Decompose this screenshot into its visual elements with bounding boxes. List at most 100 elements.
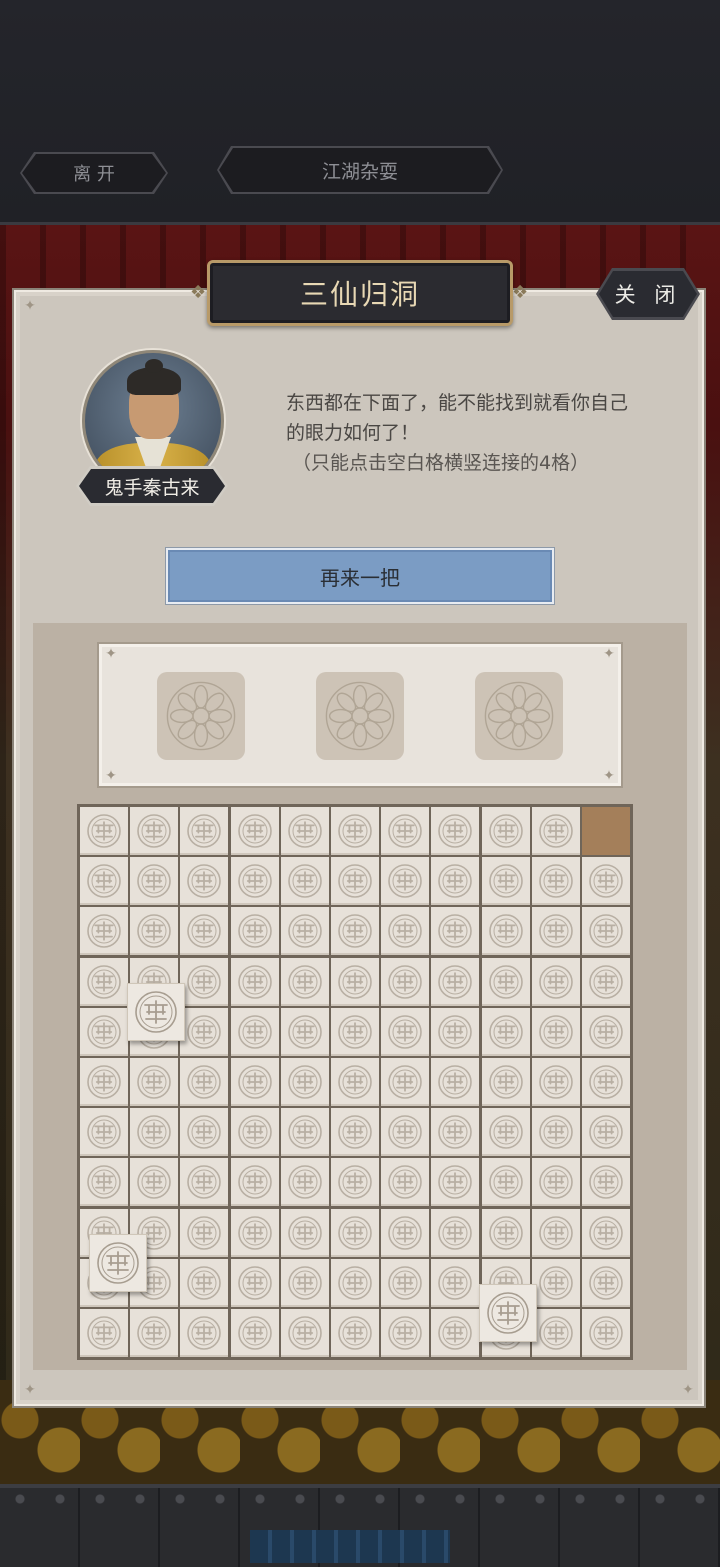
grid-tile[interactable] <box>531 807 580 855</box>
grid-tile[interactable] <box>130 1158 179 1207</box>
grid-tile[interactable] <box>80 957 128 1006</box>
grid-tile[interactable] <box>280 807 329 855</box>
grid-tile[interactable] <box>531 1208 580 1257</box>
grid-tile[interactable] <box>180 907 229 956</box>
grid-tile[interactable] <box>180 1208 229 1257</box>
grid-tile[interactable] <box>481 907 530 956</box>
grid-tile[interactable] <box>180 1158 229 1207</box>
retry-button[interactable]: 再来一把 <box>166 548 554 604</box>
grid-tile[interactable] <box>531 1258 580 1307</box>
grid-tile[interactable] <box>481 1158 530 1207</box>
grid-tile[interactable] <box>381 907 430 956</box>
grid-tile[interactable] <box>381 1158 430 1207</box>
grid-tile[interactable] <box>280 1007 329 1056</box>
grid-tile[interactable] <box>431 1258 480 1307</box>
grid-tile[interactable] <box>280 907 329 956</box>
grid-tile[interactable] <box>130 907 179 956</box>
floating-tile[interactable] <box>127 982 186 1041</box>
grid-tile[interactable] <box>180 1058 229 1106</box>
grid-tile[interactable] <box>481 1058 530 1106</box>
grid-tile[interactable] <box>582 1158 630 1207</box>
grid-tile[interactable] <box>431 1058 480 1106</box>
grid-tile[interactable] <box>431 1309 480 1357</box>
grid-tile[interactable] <box>280 1058 329 1106</box>
grid-tile[interactable] <box>531 957 580 1006</box>
grid-tile[interactable] <box>180 857 229 906</box>
grid-tile[interactable] <box>431 857 480 906</box>
grid-tile[interactable] <box>531 1158 580 1207</box>
grid-tile[interactable] <box>331 1258 379 1307</box>
grid-tile[interactable] <box>582 907 630 956</box>
grid-tile[interactable] <box>582 957 630 1006</box>
grid-tile[interactable] <box>180 1309 229 1357</box>
grid-tile[interactable] <box>230 1158 279 1207</box>
grid-tile[interactable] <box>180 1108 229 1157</box>
grid-tile[interactable] <box>130 807 179 855</box>
grid-tile[interactable] <box>280 1258 329 1307</box>
grid-tile[interactable] <box>230 1258 279 1307</box>
grid-tile[interactable] <box>130 1309 179 1357</box>
grid-tile[interactable] <box>431 907 480 956</box>
grid-tile[interactable] <box>331 907 379 956</box>
grid-tile[interactable] <box>381 1309 430 1357</box>
floating-tile[interactable] <box>89 1233 147 1292</box>
grid-tile[interactable] <box>180 957 229 1006</box>
grid-tile[interactable] <box>331 1208 379 1257</box>
grid-tile[interactable] <box>331 1058 379 1106</box>
grid-tile[interactable] <box>331 957 379 1006</box>
floating-tile[interactable] <box>478 1283 537 1342</box>
grid-tile[interactable] <box>531 1007 580 1056</box>
grid-tile[interactable] <box>381 1058 430 1106</box>
grid-tile[interactable] <box>280 1158 329 1207</box>
grid-tile[interactable] <box>280 1208 329 1257</box>
grid-tile[interactable] <box>80 857 128 906</box>
grid-tile[interactable] <box>481 1108 530 1157</box>
grid-tile[interactable] <box>582 1258 630 1307</box>
grid-tile[interactable] <box>582 1208 630 1257</box>
grid-tile[interactable] <box>481 1007 530 1056</box>
grid-tile[interactable] <box>381 807 430 855</box>
grid-tile[interactable] <box>331 857 379 906</box>
grid-tile[interactable] <box>481 957 530 1006</box>
grid-tile[interactable] <box>230 1208 279 1257</box>
grid-tile[interactable] <box>230 1108 279 1157</box>
grid-tile[interactable] <box>80 807 128 855</box>
grid-tile[interactable] <box>130 1108 179 1157</box>
grid-tile[interactable] <box>331 1007 379 1056</box>
grid-tile[interactable] <box>230 857 279 906</box>
grid-tile[interactable] <box>431 1108 480 1157</box>
grid-tile[interactable] <box>531 857 580 906</box>
grid-tile[interactable] <box>431 957 480 1006</box>
grid-tile[interactable] <box>582 1007 630 1056</box>
grid-tile[interactable] <box>230 807 279 855</box>
grid-tile[interactable] <box>230 1309 279 1357</box>
grid-tile[interactable] <box>582 857 630 906</box>
grid-tile[interactable] <box>481 857 530 906</box>
grid-tile[interactable] <box>381 857 430 906</box>
grid-tile[interactable] <box>331 807 379 855</box>
grid-tile[interactable] <box>531 1108 580 1157</box>
grid-tile[interactable] <box>130 857 179 906</box>
leave-button[interactable]: 离 开 <box>22 154 166 192</box>
grid-tile[interactable] <box>230 1058 279 1106</box>
grid-tile[interactable] <box>481 807 530 855</box>
grid-tile[interactable] <box>280 1309 329 1357</box>
grid-tile[interactable] <box>80 1108 128 1157</box>
grid-tile[interactable] <box>230 907 279 956</box>
grid-tile[interactable] <box>331 1309 379 1357</box>
grid-tile[interactable] <box>331 1108 379 1157</box>
grid-tile[interactable] <box>280 957 329 1006</box>
grid-tile[interactable] <box>230 1007 279 1056</box>
grid-tile[interactable] <box>431 1208 480 1257</box>
grid-tile[interactable] <box>130 1058 179 1106</box>
grid-tile[interactable] <box>80 1309 128 1357</box>
grid-tile[interactable] <box>180 1258 229 1307</box>
empty-cell[interactable] <box>582 807 630 855</box>
grid-tile[interactable] <box>531 1058 580 1106</box>
grid-tile[interactable] <box>582 1108 630 1157</box>
grid-tile[interactable] <box>381 957 430 1006</box>
grid-tile[interactable] <box>431 807 480 855</box>
grid-tile[interactable] <box>431 1007 480 1056</box>
grid-tile[interactable] <box>80 1158 128 1207</box>
grid-tile[interactable] <box>582 1309 630 1357</box>
